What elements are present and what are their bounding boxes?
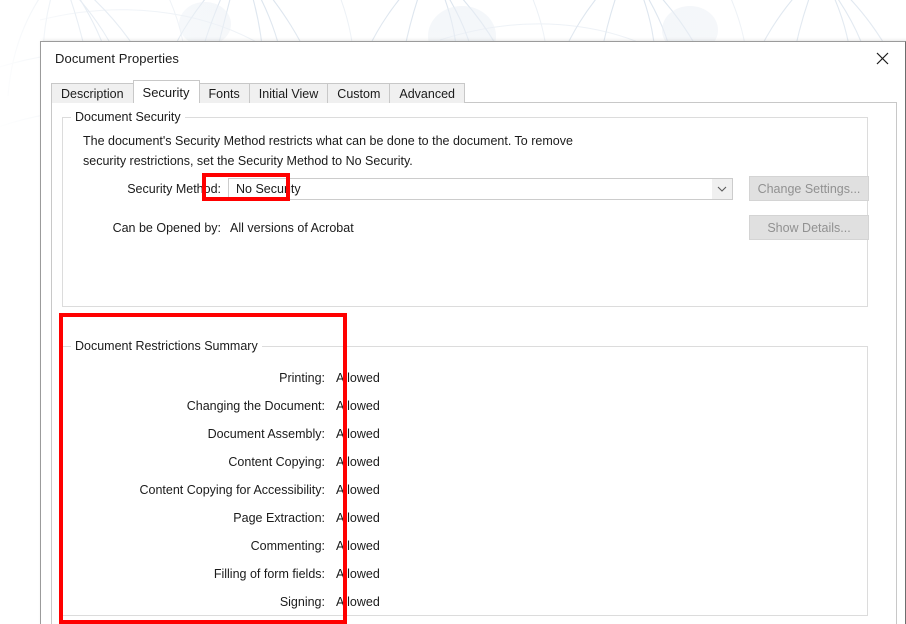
dialog-title-bar: Document Properties <box>41 42 905 75</box>
restriction-value: Allowed <box>336 371 380 385</box>
document-restrictions-legend: Document Restrictions Summary <box>71 339 262 353</box>
chevron-down-icon[interactable] <box>712 179 732 199</box>
tab-strip: Description Security Fonts Initial View … <box>51 80 465 103</box>
document-restrictions-group: Document Restrictions Summary Printing: … <box>62 339 868 624</box>
restriction-value: Allowed <box>336 399 380 413</box>
document-security-legend: Document Security <box>71 110 185 124</box>
show-details-button[interactable]: Show Details... <box>749 215 869 240</box>
tab-initial-view[interactable]: Initial View <box>248 83 329 103</box>
close-icon <box>876 52 889 65</box>
desktop-background: Document Properties Description Security… <box>0 0 906 624</box>
tab-label: Initial View <box>258 86 319 101</box>
restriction-value: Allowed <box>336 539 380 553</box>
tab-security[interactable]: Security <box>132 80 200 103</box>
document-security-group: Document Security The document's Securit… <box>62 110 869 307</box>
restriction-value: Allowed <box>336 427 380 441</box>
change-settings-button[interactable]: Change Settings... <box>749 176 869 201</box>
restriction-label: Commenting: <box>250 539 325 553</box>
restriction-label: Printing: <box>279 371 325 385</box>
security-method-label: Security Method: <box>127 182 221 196</box>
dialog-title: Document Properties <box>55 51 180 66</box>
tab-label: Advanced <box>399 86 455 101</box>
restriction-label: Changing the Document: <box>186 399 325 413</box>
restriction-label: Content Copying for Accessibility: <box>139 483 325 497</box>
restriction-label: Page Extraction: <box>233 511 325 525</box>
restriction-value: Allowed <box>336 511 380 525</box>
can-be-opened-value: All versions of Acrobat <box>230 221 354 235</box>
change-settings-label: Change Settings... <box>757 181 861 196</box>
tab-label: Custom <box>337 86 381 101</box>
restriction-label: Content Copying: <box>228 455 325 469</box>
security-method-dropdown[interactable]: No Security <box>228 178 733 200</box>
security-description-line2: security restrictions, set the Security … <box>83 154 413 168</box>
tab-label: Description <box>61 86 124 101</box>
close-button[interactable] <box>860 42 905 75</box>
document-properties-dialog: Document Properties Description Security… <box>40 41 906 624</box>
restriction-value: Allowed <box>336 483 380 497</box>
tab-label: Security <box>142 84 190 100</box>
show-details-label: Show Details... <box>767 220 851 235</box>
tab-description[interactable]: Description <box>51 83 134 103</box>
restriction-value: Allowed <box>336 595 380 609</box>
security-description-line1: The document's Security Method restricts… <box>83 134 573 148</box>
restriction-value: Allowed <box>336 455 380 469</box>
tab-label: Fonts <box>208 86 240 101</box>
security-method-value: No Security <box>236 182 301 196</box>
security-tab-panel: Document Security The document's Securit… <box>51 102 897 624</box>
restriction-label: Document Assembly: <box>207 427 325 441</box>
tab-custom[interactable]: Custom <box>327 83 391 103</box>
can-be-opened-label: Can be Opened by: <box>112 221 221 235</box>
restriction-label: Filling of form fields: <box>213 567 325 581</box>
restriction-value: Allowed <box>336 567 380 581</box>
tab-advanced[interactable]: Advanced <box>389 83 465 103</box>
tab-fonts[interactable]: Fonts <box>198 83 250 103</box>
restriction-label: Signing: <box>279 595 325 609</box>
